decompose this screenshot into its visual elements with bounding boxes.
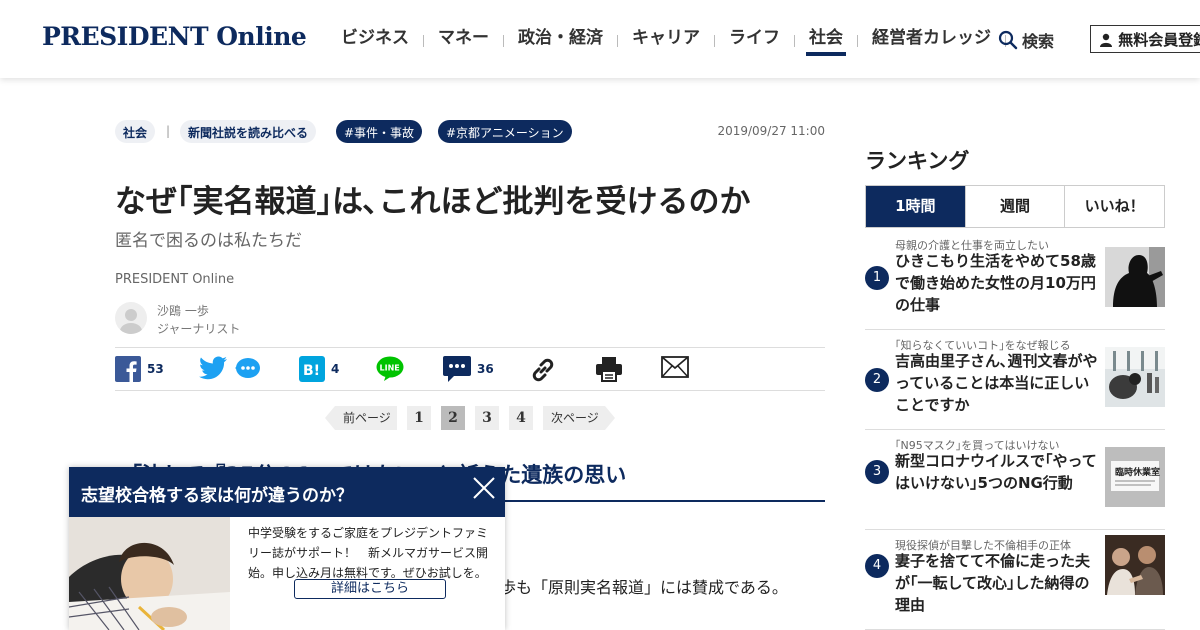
nav-item-life[interactable]: ライフ	[726, 26, 783, 56]
email-share[interactable]	[661, 356, 689, 378]
rank-number: 2	[865, 368, 889, 392]
ranking-item[interactable]: 1 母親の介護と仕事を両立したい ひきこもり生活をやめて58歳で働き始めた女性の…	[865, 230, 1165, 330]
user-icon	[1100, 33, 1112, 47]
speech-bubble-icon	[235, 358, 260, 378]
link-icon	[532, 358, 554, 382]
ranking-tabs: 1時間 週間 いいね！	[865, 185, 1165, 228]
ranking-item[interactable]: 3 ｢N95マスク｣を買ってはいけない 新型コロナウイルスで｢やってはいけない｣…	[865, 430, 1165, 530]
comment-count: 36	[477, 362, 494, 376]
author-role: ジャーナリスト	[157, 322, 241, 336]
ranking-item[interactable]: 4 現役探偵が目撃した不倫相手の正体 妻子を捨てて不倫に走った夫が｢一転して改心…	[865, 530, 1165, 630]
popup-title: 志望校合格する家は何が違うのか？	[81, 486, 353, 506]
hatena-count: 4	[331, 362, 340, 376]
article-subtitle: 匿名で困るのは私たちだ	[115, 231, 302, 251]
prev-page-button[interactable]: 前ページ	[325, 406, 397, 430]
nav-item-executive-college[interactable]: 経営者カレッジ	[869, 26, 994, 56]
article-body-text: 歩も「原則実名報道」には賛成である。	[500, 578, 788, 597]
nav-item-business[interactable]: ビジネス	[338, 26, 412, 56]
site-header: PRESIDENT Online ビジネス マネー 政治・経済 キャリア ライフ…	[0, 0, 1200, 78]
rank-thumbnail[interactable]: 臨時休業室	[1105, 447, 1165, 507]
rank-title[interactable]: 吉高由里子さん､週刊文春がやっていることは本当に正しいことですか	[895, 350, 1101, 416]
rank-thumbnail[interactable]	[1105, 347, 1165, 407]
rank-title[interactable]: 妻子を捨てて不倫に走った夫が｢一転して改心｣した納得の理由	[895, 550, 1101, 616]
rank-number: 3	[865, 460, 889, 484]
nav-divider	[617, 35, 618, 47]
facebook-icon	[115, 356, 141, 382]
tab-1-hour[interactable]: 1時間	[866, 186, 966, 227]
page-3-link[interactable]: 3	[475, 406, 499, 430]
series-tag[interactable]: 新聞社説を読み比べる	[180, 120, 317, 143]
category-tag[interactable]: 社会	[115, 120, 156, 143]
comment-icon	[443, 356, 471, 382]
ranking-item[interactable]: 2 ｢知らなくていいコト｣をなぜ報じる 吉高由里子さん､週刊文春がやっていること…	[865, 330, 1165, 430]
publish-date: 2019/09/27 11:00	[717, 124, 825, 138]
closure-sign-text: 臨時休業室	[1115, 466, 1160, 478]
share-bar: 53 B! 4 LINE 36	[115, 347, 825, 391]
tab-weekly[interactable]: 週間	[966, 186, 1066, 227]
author-avatar[interactable]	[115, 302, 147, 334]
article-source: PRESIDENT Online	[115, 272, 235, 287]
member-register-button[interactable]: 無料会員登録	[1090, 25, 1200, 53]
nav-divider	[857, 35, 858, 47]
svg-text:LINE: LINE	[380, 364, 400, 373]
nav-divider	[423, 35, 424, 47]
nav-item-politics-economy[interactable]: 政治・経済	[515, 26, 606, 56]
main-nav: ビジネス マネー 政治・経済 キャリア ライフ 社会 経営者カレッジ	[338, 26, 1017, 56]
author-name[interactable]: 沙鴎 一歩	[157, 302, 209, 319]
student-studying-photo	[69, 517, 230, 630]
tab-likes[interactable]: いいね！	[1065, 186, 1164, 227]
comments-link[interactable]: 36	[443, 356, 494, 382]
nav-divider	[714, 35, 715, 47]
search-label: 検索	[1022, 32, 1055, 51]
nav-divider	[503, 35, 504, 47]
rank-number: 4	[865, 554, 889, 578]
site-logo[interactable]: PRESIDENT Online	[42, 22, 307, 51]
nav-item-society[interactable]: 社会	[806, 26, 846, 56]
rank-thumbnail[interactable]	[1105, 247, 1165, 307]
line-icon: LINE	[376, 356, 404, 381]
page-2-current: 2	[441, 406, 465, 430]
hashtag-incident[interactable]: #事件・事故	[336, 120, 423, 143]
close-icon[interactable]	[471, 475, 497, 501]
mail-icon	[661, 356, 689, 378]
ranking-title: ランキング	[865, 149, 970, 173]
member-register-label: 無料会員登録	[1118, 31, 1200, 49]
nav-item-money[interactable]: マネー	[435, 26, 492, 56]
rank-number: 1	[865, 266, 889, 290]
page-4-link[interactable]: 4	[509, 406, 533, 430]
hashtag-kyoani[interactable]: #京都アニメーション	[438, 120, 572, 143]
search-icon	[998, 30, 1018, 50]
svg-text:B!: B!	[303, 363, 320, 379]
facebook-share[interactable]: 53	[115, 356, 164, 382]
rank-title[interactable]: 新型コロナウイルスで｢やってはいけない｣5つのNG行動	[895, 450, 1101, 494]
rank-title[interactable]: ひきこもり生活をやめて58歳で働き始めた女性の月10万円の仕事	[895, 250, 1101, 316]
article-title: なぜ｢実名報道｣は､これほど批判を受けるのか	[115, 184, 751, 220]
nav-divider	[794, 35, 795, 47]
next-page-button[interactable]: 次ページ	[543, 406, 615, 430]
print-button[interactable]	[595, 356, 623, 382]
nav-item-career[interactable]: キャリア	[629, 26, 703, 56]
hatena-bookmark-share[interactable]: B! 4	[299, 356, 339, 382]
copy-link-button[interactable]	[529, 356, 557, 384]
hatena-bookmark-icon: B!	[299, 356, 325, 382]
facebook-count: 53	[147, 362, 164, 376]
rank-thumbnail[interactable]	[1105, 535, 1165, 595]
popup-header: 志望校合格する家は何が違うのか？	[69, 467, 505, 517]
article-tags: 社会 | 新聞社説を読み比べる #事件・事故 #京都アニメーション 2019/0…	[115, 120, 825, 144]
newsletter-popup: 志望校合格する家は何が違うのか？ 中学受験をするご家庭をプレジデントファミリー誌…	[69, 467, 505, 630]
line-share[interactable]: LINE	[376, 356, 404, 382]
popup-details-button[interactable]: 詳細はこちら	[294, 579, 446, 599]
ranking-list: 1 母親の介護と仕事を両立したい ひきこもり生活をやめて58歳で働き始めた女性の…	[865, 230, 1165, 630]
printer-icon	[596, 357, 622, 382]
page-1-link[interactable]: 1	[407, 406, 431, 430]
popup-description: 中学受験をするご家庭をプレジデントファミリー誌がサポート！ 新メルマガサービス開…	[248, 526, 489, 580]
tag-divider: |	[166, 124, 171, 138]
twitter-share[interactable]	[199, 356, 261, 380]
twitter-icon	[199, 356, 227, 380]
search-button[interactable]: 検索	[998, 28, 1054, 52]
